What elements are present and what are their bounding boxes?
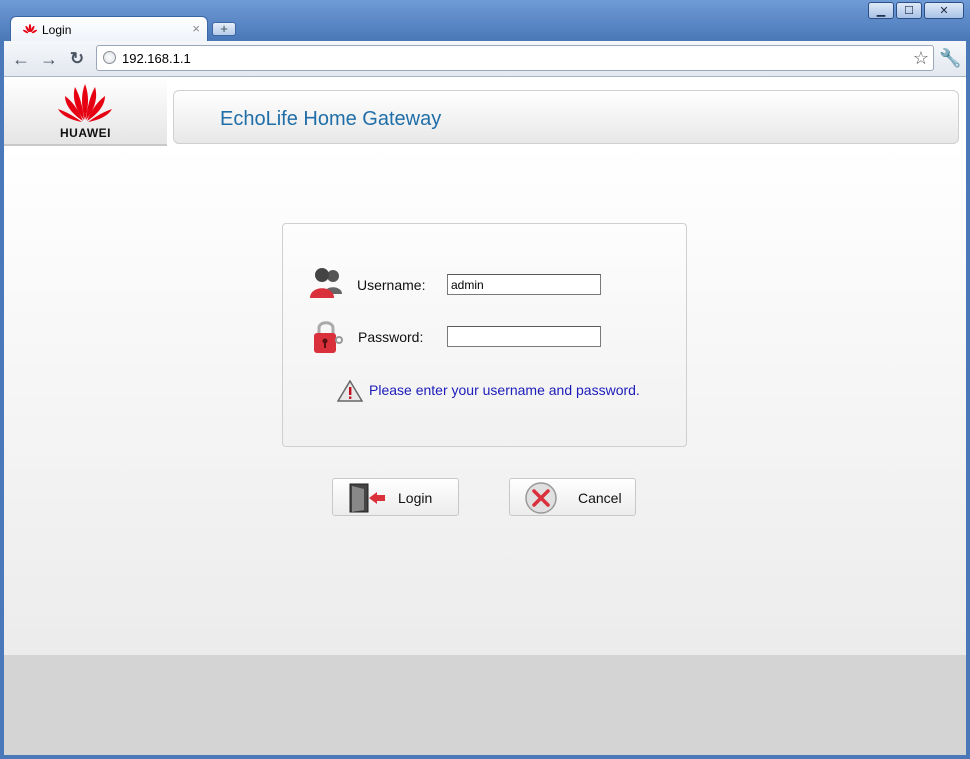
forward-icon[interactable]: → xyxy=(39,49,59,69)
lock-icon xyxy=(314,321,343,353)
url-text[interactable]: 192.168.1.1 xyxy=(122,51,191,66)
maximize-icon[interactable]: ☐ xyxy=(896,2,922,19)
username-input[interactable] xyxy=(447,274,601,295)
password-label: Password: xyxy=(358,329,424,345)
huawei-flower-icon xyxy=(58,84,112,122)
huawei-favicon-icon xyxy=(23,24,37,34)
minimize-icon[interactable]: ▁ xyxy=(868,2,894,19)
login-button[interactable]: Login xyxy=(332,478,459,516)
browser-tab[interactable]: Login × xyxy=(10,16,208,42)
cancel-button-label: Cancel xyxy=(578,490,622,506)
close-icon[interactable]: ✕ xyxy=(924,2,964,19)
window-controls: ▁ ☐ ✕ xyxy=(866,2,964,19)
wrench-icon[interactable]: 🔧 xyxy=(939,48,961,69)
browser-window: ▁ ☐ ✕ Login × + ← → ↻ 192.168.1.1 ☆ 🔧 HU… xyxy=(0,0,970,759)
huawei-logo: HUAWEI xyxy=(4,77,167,146)
page-content: HUAWEI EchoLife Home Gateway Username: a… xyxy=(4,77,966,755)
door-enter-icon xyxy=(349,483,385,513)
brand-name: HUAWEI xyxy=(60,126,111,140)
address-bar[interactable]: 192.168.1.1 ☆ xyxy=(96,45,934,71)
user-icon xyxy=(310,268,342,298)
cancel-x-icon xyxy=(525,482,557,514)
login-panel: Username: Password: Please enter your us… xyxy=(282,223,687,447)
login-button-label: Login xyxy=(398,490,433,506)
cancel-button[interactable]: Cancel xyxy=(509,478,636,516)
back-icon[interactable]: ← xyxy=(11,49,31,69)
reload-icon[interactable]: ↻ xyxy=(67,49,87,69)
page-title: EchoLife Home Gateway xyxy=(220,108,442,130)
username-label: Username: xyxy=(357,277,426,293)
star-icon[interactable]: ☆ xyxy=(913,48,929,69)
page-header: EchoLife Home Gateway xyxy=(173,90,959,144)
warning-icon xyxy=(337,380,363,402)
new-tab-button[interactable]: + xyxy=(212,22,236,36)
tab-title: Login xyxy=(42,23,72,37)
page-footer xyxy=(4,655,966,755)
globe-icon xyxy=(103,51,116,64)
password-input[interactable] xyxy=(447,326,601,347)
login-hint: Please enter your username and password. xyxy=(369,382,640,398)
tab-close-icon[interactable]: × xyxy=(192,21,200,36)
browser-toolbar: ← → ↻ 192.168.1.1 ☆ 🔧 xyxy=(4,41,966,77)
